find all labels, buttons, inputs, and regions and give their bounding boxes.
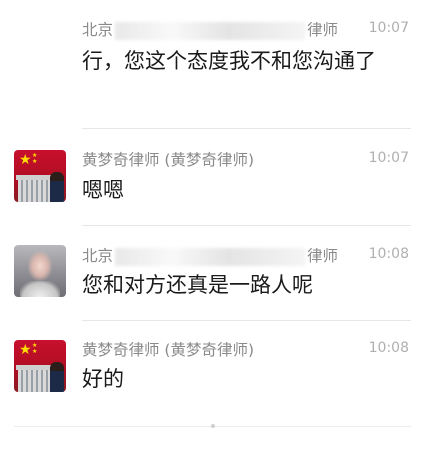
blurred-face: [28, 251, 52, 281]
message-time: 10:07: [368, 20, 409, 36]
sender-name: 黄梦奇律师 (黄梦奇律师): [82, 151, 255, 169]
flag-small-stars-icon: ★ ★: [32, 152, 39, 165]
user-avatar[interactable]: [14, 245, 66, 297]
flag-star-icon: ★: [19, 152, 32, 168]
lawyer-avatar[interactable]: ★ ★ ★: [14, 150, 66, 202]
sender-name: 黄梦奇律师 (黄梦奇律师): [82, 341, 255, 359]
sender-name-prefix: 北京: [82, 247, 114, 265]
message-text: 您和对方还真是一路人呢: [82, 273, 313, 297]
message-time: 10:08: [368, 246, 409, 262]
redacted-name: [115, 247, 306, 266]
message-text: 行，您这个态度我不和您沟通了: [82, 49, 376, 73]
lawyer-avatar[interactable]: ★ ★ ★: [14, 340, 66, 392]
building-columns: [18, 180, 50, 202]
sender-name-prefix: 北京: [82, 21, 114, 39]
person-figure: [50, 172, 64, 202]
flag-small-stars-icon: ★ ★: [32, 342, 39, 355]
sender-name: 北京 律师: [82, 244, 338, 266]
sender-name-suffix: 律师: [307, 21, 339, 39]
building-columns: [18, 370, 50, 392]
divider: [82, 225, 411, 226]
flag-star-icon: ★: [19, 342, 32, 358]
sender-name-suffix: 律师: [307, 247, 339, 265]
divider: [82, 320, 411, 321]
divider: [82, 128, 411, 129]
redacted-name: [115, 21, 306, 40]
page-indicator-dot: [211, 424, 215, 428]
message-text: 好的: [82, 367, 124, 391]
message-time: 10:07: [368, 150, 409, 166]
message-text: 嗯嗯: [82, 178, 124, 202]
sender-name: 北京 律师: [82, 18, 338, 40]
message-time: 10:08: [368, 340, 409, 356]
blurred-body: [20, 281, 60, 297]
person-figure: [50, 362, 64, 392]
